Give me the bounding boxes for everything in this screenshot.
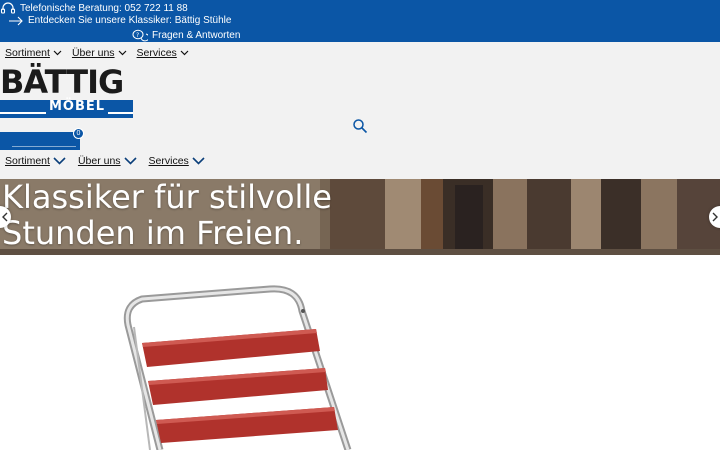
phone-contact[interactable]: Telefonische Beratung: 052 722 11 88 [0,1,188,15]
arrow-right-icon [8,16,24,26]
nav-services[interactable]: Services [137,47,189,59]
nav-ueber-uns[interactable]: Über uns [78,155,137,167]
chevron-down-icon [53,50,62,56]
main-nav-bottom: Sortiment Über uns Services [5,155,205,167]
svg-text:?: ? [136,32,139,39]
nav-services[interactable]: Services [149,155,205,167]
discover-text: Entdecken Sie unsere Klassiker: Bättig S… [28,15,232,26]
faq-text: Fragen & Antworten [152,30,241,41]
chat-bubbles-icon: ? [132,29,148,42]
headset-icon [0,1,16,15]
chevron-right-icon [712,212,718,222]
logo-sub-text: MÖBEL [46,100,109,114]
top-info-bar: Telefonische Beratung: 052 722 11 88 Ent… [0,0,720,42]
hero-title: Klassiker für stilvolle Stunden im Freie… [2,179,332,251]
discover-link[interactable]: Entdecken Sie unsere Klassiker: Bättig S… [8,15,231,26]
nav-ueber-uns-label: Über uns [77,155,121,167]
brand-logo[interactable]: BÄTTIG MÖBEL [0,66,134,122]
hero-title-line2: Stunden im Freien. [2,214,304,252]
chevron-left-icon [2,212,8,222]
chevron-down-icon [118,50,126,56]
chevron-down-icon [123,157,137,165]
product-image-chair[interactable] [120,285,360,450]
logo-brand-text: BÄTTIG [0,63,124,101]
main-nav-top: Sortiment Über uns Services [5,47,189,59]
hero-title-line1: Klassiker für stilvolle [2,179,332,216]
nav-ueber-uns[interactable]: Über uns [72,47,127,59]
search-icon[interactable] [352,118,368,139]
faq-link[interactable]: ? Fragen & Antworten [132,29,240,42]
phone-text: Telefonische Beratung: 052 722 11 88 [20,2,188,14]
chevron-down-icon [192,157,205,165]
nav-ueber-uns-label: Über uns [71,47,115,59]
cart-bar[interactable] [0,132,80,150]
chevron-down-icon [180,50,189,56]
chevron-down-icon [53,157,66,165]
nav-sortiment-label: Sortiment [5,155,50,167]
cart-count-badge: 0 [73,128,84,139]
nav-sortiment[interactable]: Sortiment [5,155,66,167]
hero-banner: Klassiker für stilvolle Stunden im Freie… [0,179,720,255]
nav-sortiment[interactable]: Sortiment [5,47,62,59]
nav-services-label: Services [136,47,177,59]
nav-services-label: Services [148,155,189,167]
nav-sortiment-label: Sortiment [5,47,50,59]
